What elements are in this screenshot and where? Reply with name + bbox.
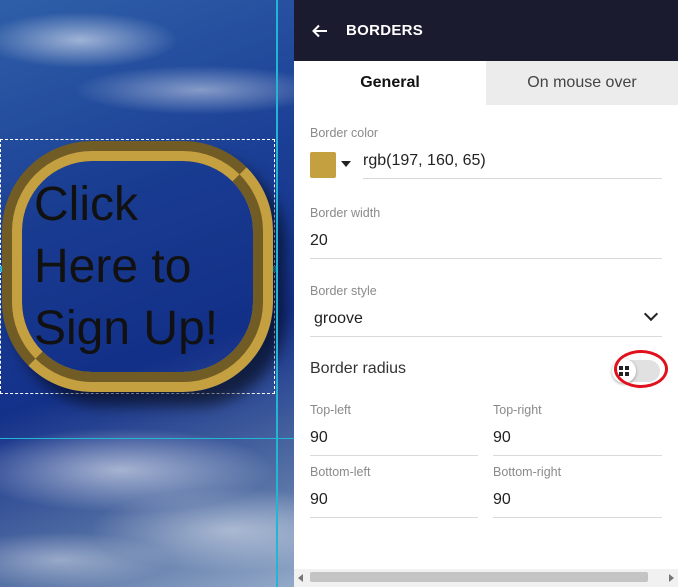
border-color-field: Border color bbox=[310, 126, 662, 140]
borders-panel: BORDERS General On mouse over Border col… bbox=[294, 0, 678, 587]
bottom-left-label: Bottom-left bbox=[310, 465, 371, 479]
border-style-field: Border style groove bbox=[310, 284, 662, 337]
top-right-radius-field: Top-right 90 bbox=[493, 403, 662, 456]
bottom-right-input[interactable]: 90 bbox=[493, 491, 662, 518]
grid-icon bbox=[619, 366, 629, 376]
editor-canvas[interactable]: Click Here to Sign Up! bbox=[0, 0, 294, 587]
scroll-left-icon[interactable] bbox=[298, 574, 303, 582]
border-style-select[interactable]: groove bbox=[310, 310, 662, 337]
top-right-label: Top-right bbox=[493, 403, 542, 417]
bottom-left-input[interactable]: 90 bbox=[310, 491, 478, 518]
color-swatch[interactable] bbox=[310, 152, 336, 178]
scrollbar-thumb[interactable] bbox=[310, 572, 648, 582]
panel-title: BORDERS bbox=[346, 22, 424, 39]
horizontal-scrollbar[interactable] bbox=[294, 569, 678, 587]
border-radius-label: Border radius bbox=[310, 360, 407, 377]
border-radius-row: Border radius bbox=[310, 359, 662, 384]
chevron-down-icon[interactable] bbox=[341, 161, 351, 167]
border-color-input[interactable]: rgb(197, 160, 65) bbox=[363, 152, 662, 179]
tab-bar: General On mouse over bbox=[294, 61, 678, 105]
tab-on-mouse-over[interactable]: On mouse over bbox=[486, 61, 678, 105]
bottom-right-radius-field: Bottom-right 90 bbox=[493, 465, 662, 518]
border-width-input[interactable]: 20 bbox=[310, 232, 662, 259]
top-left-radius-field: Top-left 90 bbox=[310, 403, 478, 456]
top-left-label: Top-left bbox=[310, 403, 351, 417]
horizontal-guide-line bbox=[0, 438, 294, 439]
border-radius-toggle[interactable] bbox=[612, 359, 660, 383]
border-color-label: Border color bbox=[310, 126, 379, 140]
tab-general[interactable]: General bbox=[294, 61, 486, 105]
top-right-input[interactable]: 90 bbox=[493, 429, 662, 456]
border-width-field: Border width 20 bbox=[310, 206, 662, 259]
arrow-left-icon[interactable] bbox=[311, 22, 329, 40]
scroll-right-icon[interactable] bbox=[669, 574, 674, 582]
bottom-right-label: Bottom-right bbox=[493, 465, 562, 479]
border-style-label: Border style bbox=[310, 284, 377, 298]
vertical-guide-line bbox=[276, 0, 278, 587]
border-width-label: Border width bbox=[310, 206, 381, 220]
top-left-input[interactable]: 90 bbox=[310, 429, 478, 456]
toggle-knob[interactable] bbox=[612, 359, 636, 383]
border-color-row: rgb(197, 160, 65) bbox=[310, 152, 662, 182]
signup-button-text: Click Here to Sign Up! bbox=[34, 177, 219, 355]
bottom-left-radius-field: Bottom-left 90 bbox=[310, 465, 478, 518]
panel-header: BORDERS bbox=[294, 0, 678, 61]
signup-button-element[interactable]: Click Here to Sign Up! bbox=[2, 141, 273, 392]
